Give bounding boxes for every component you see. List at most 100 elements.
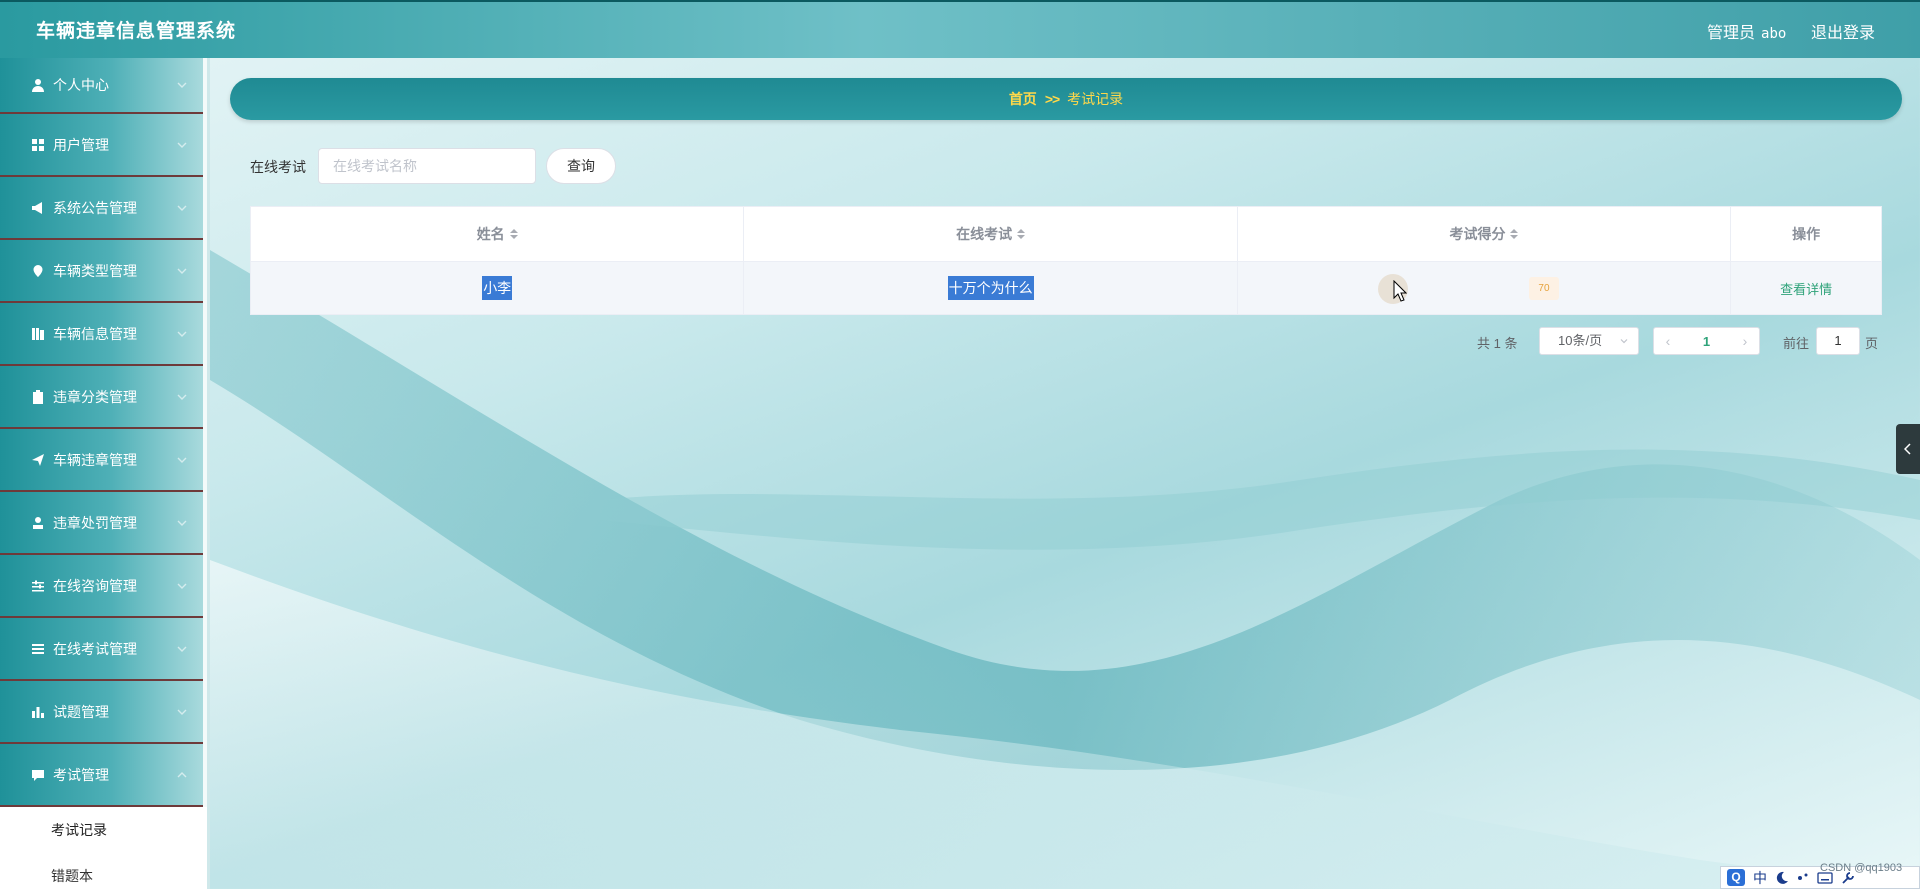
sidebar-item-violation-penalty-management[interactable]: 违章处罚管理 — [0, 492, 203, 555]
cell-exam-text: 十万个为什么 — [947, 276, 1034, 300]
breadcrumb: 首页 >> 考试记录 — [230, 78, 1902, 120]
sidebar-item-label: 在线考试管理 — [53, 640, 137, 657]
prev-page-icon[interactable]: ‹ — [1654, 333, 1682, 349]
column-header-label: 在线考试 — [956, 226, 1013, 242]
sidebar-item-label: 考试管理 — [53, 766, 109, 783]
submenu-item-wrong-questions[interactable]: 错题本 — [0, 853, 207, 889]
cell-score: 70 — [1238, 262, 1732, 314]
breadcrumb-home-link[interactable]: 首页 — [1009, 89, 1037, 109]
sliders-icon — [32, 580, 44, 591]
sidebar-item-exam-management[interactable]: 考试管理 — [0, 744, 203, 807]
sidebar-item-vehicle-violation-management[interactable]: 车辆违章管理 — [0, 429, 203, 492]
mouse-cursor-icon — [1393, 280, 1407, 302]
page-size-select[interactable]: 10条/页 — [1539, 327, 1639, 355]
chevron-down-icon — [177, 457, 187, 463]
goto-page-input[interactable]: 1 — [1816, 327, 1860, 355]
chevron-left-icon — [1904, 443, 1911, 455]
app-title: 车辆违章信息管理系统 — [36, 21, 237, 42]
megaphone-icon — [32, 201, 42, 214]
chevron-down-icon — [1620, 339, 1628, 344]
sidebar-item-question-management[interactable]: 试题管理 — [0, 681, 203, 744]
next-page-icon[interactable]: › — [1731, 333, 1759, 349]
sidebar-item-online-consult-management[interactable]: 在线咨询管理 — [0, 555, 203, 618]
page-number-current[interactable]: 1 — [1682, 334, 1731, 349]
sort-icon[interactable] — [1017, 229, 1026, 239]
chevron-down-icon — [177, 142, 187, 148]
sidebar-item-vehicle-type-management[interactable]: 车辆类型管理 — [0, 240, 203, 303]
sidebar-item-label: 违章处罚管理 — [53, 514, 137, 531]
sidebar: 个人中心 用户管理 系统公告管理 车辆类型管理 车辆信息管理 违章分类管理 车辆… — [0, 58, 210, 889]
score-badge: 70 — [1529, 276, 1559, 300]
column-header-label: 考试得分 — [1449, 226, 1506, 242]
sort-icon[interactable] — [509, 229, 518, 239]
table-row: 小李 十万个为什么 70 查看详情 — [251, 262, 1881, 314]
person-icon — [33, 516, 43, 529]
sidebar-item-label: 用户管理 — [53, 136, 109, 153]
send-icon — [32, 453, 44, 466]
current-user: 管理员 abo — [1707, 19, 1786, 43]
exam-management-submenu: 考试记录 错题本 — [0, 807, 207, 889]
cell-exam: 十万个为什么 — [744, 262, 1238, 314]
cell-actions: 查看详情 — [1731, 262, 1881, 314]
column-header-exam[interactable]: 在线考试 — [744, 207, 1238, 261]
sidebar-item-label: 违章分类管理 — [53, 388, 137, 405]
comment-icon — [32, 769, 44, 781]
moon-icon[interactable] — [1775, 871, 1789, 885]
chevron-down-icon — [177, 331, 187, 337]
cell-name: 小李 — [251, 262, 745, 314]
chevron-down-icon — [177, 268, 187, 274]
ime-logo-icon[interactable]: Q — [1727, 869, 1745, 886]
grid-icon — [32, 138, 44, 151]
page-size-value: 10条/页 — [1558, 333, 1603, 348]
pagination-nav: ‹ 1 › — [1653, 327, 1760, 355]
username: abo — [1761, 26, 1787, 42]
page-unit-label: 页 — [1865, 336, 1879, 351]
logout-button[interactable]: 退出登录 — [1811, 19, 1875, 43]
sort-icon[interactable] — [1510, 229, 1519, 239]
background-waves — [210, 250, 1920, 889]
breadcrumb-separator: >> — [1044, 91, 1060, 107]
sidebar-item-personal-center[interactable]: 个人中心 — [0, 58, 203, 114]
sidebar-item-label: 个人中心 — [53, 77, 109, 93]
user-role-label: 管理员 — [1707, 25, 1756, 42]
sidebar-item-announcement-management[interactable]: 系统公告管理 — [0, 177, 203, 240]
exam-records-table: 姓名 在线考试 考试得分 操作 小李 十万个为什么 70 查看详情 — [250, 206, 1882, 315]
sidebar-item-label: 系统公告管理 — [53, 199, 137, 216]
sidebar-item-online-exam-management[interactable]: 在线考试管理 — [0, 618, 203, 681]
list-icon — [32, 327, 44, 340]
view-details-button[interactable]: 查看详情 — [1780, 279, 1832, 298]
column-header-label: 姓名 — [476, 226, 505, 242]
sidebar-item-label: 车辆类型管理 — [53, 262, 137, 279]
sidebar-item-violation-category-management[interactable]: 违章分类管理 — [0, 366, 203, 429]
table-header-row: 姓名 在线考试 考试得分 操作 — [251, 207, 1881, 262]
punctuation-icon[interactable] — [1797, 871, 1809, 885]
goto-label: 前往 — [1783, 336, 1810, 351]
sidebar-item-label: 在线咨询管理 — [53, 577, 137, 594]
chevron-down-icon — [177, 709, 187, 715]
column-header-score[interactable]: 考试得分 — [1238, 207, 1732, 261]
pagination-total: 共 1 条 — [1477, 336, 1518, 351]
chevron-down-icon — [177, 394, 187, 400]
menu-icon — [32, 643, 44, 654]
search-button[interactable]: 查询 — [546, 148, 616, 184]
sidebar-item-label: 试题管理 — [53, 703, 109, 720]
clipboard-icon — [33, 389, 43, 404]
column-header-actions: 操作 — [1731, 207, 1881, 261]
sidebar-item-label: 车辆违章管理 — [53, 451, 137, 468]
sidebar-item-vehicle-info-management[interactable]: 车辆信息管理 — [0, 303, 203, 366]
watermark: CSDN @qq1903 — [1820, 862, 1903, 874]
sidebar-item-user-management[interactable]: 用户管理 — [0, 114, 203, 177]
submenu-item-exam-records[interactable]: 考试记录 — [0, 807, 207, 853]
chevron-down-icon — [177, 646, 187, 652]
user-icon — [32, 79, 44, 92]
ime-mode-toggle[interactable]: 中 — [1753, 868, 1767, 888]
chevron-down-icon — [177, 583, 187, 589]
chevron-up-icon — [177, 771, 187, 777]
side-panel-toggle[interactable] — [1896, 424, 1920, 474]
top-header: 车辆违章信息管理系统 管理员 abo 退出登录 — [0, 0, 1920, 58]
column-header-name[interactable]: 姓名 — [251, 207, 745, 261]
chevron-down-icon — [177, 520, 187, 526]
chevron-down-icon — [177, 205, 187, 211]
cell-name-text: 小李 — [482, 276, 513, 300]
search-input[interactable] — [318, 148, 536, 184]
